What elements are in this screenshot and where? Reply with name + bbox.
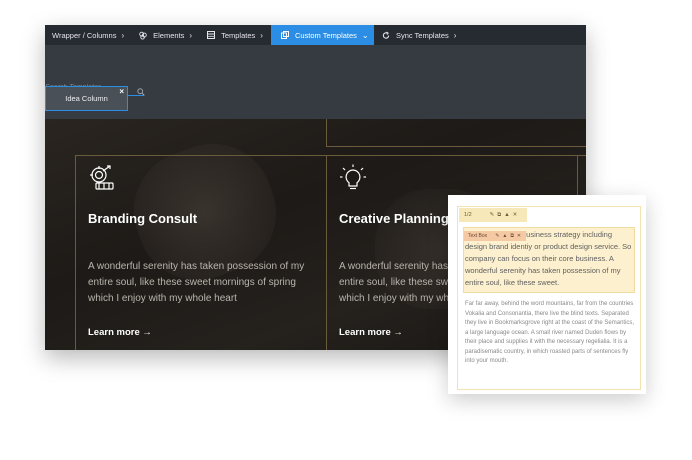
move-icon[interactable]: ▲ — [502, 233, 507, 239]
chevron-right-icon: › — [260, 30, 263, 40]
toolbar-custom-templates[interactable]: Custom Templates ⌄ — [270, 25, 374, 45]
template-item-idea-column[interactable]: Idea Column × — [45, 86, 128, 111]
close-icon[interactable]: ✕ — [517, 233, 521, 239]
strategy-icon — [88, 164, 116, 197]
custom-template-icon — [280, 31, 289, 39]
chevron-right-icon: › — [189, 30, 193, 40]
learn-more-link[interactable]: Learn more → — [339, 327, 403, 338]
toolbar-item-label: Templates — [221, 30, 256, 40]
divider — [326, 119, 327, 146]
toolbar-item-label: Custom Templates — [294, 30, 357, 40]
column-toolbar[interactable]: 1/2 ✎ ⧉ ▲ ✕ — [459, 208, 527, 222]
close-icon[interactable]: ✕ — [513, 212, 518, 218]
card-title: Creative Planning — [339, 211, 449, 226]
sync-icon — [382, 31, 390, 39]
edit-icon[interactable]: ✎ — [490, 212, 495, 218]
close-icon[interactable]: × — [119, 88, 124, 96]
templates-panel: Idea Column × — [45, 45, 586, 119]
chevron-down-icon: ⌄ — [361, 30, 369, 40]
service-card: Branding Consult A wonderful serenity ha… — [76, 155, 326, 350]
column-size-label: 1/2 — [464, 212, 472, 218]
lightbulb-icon — [339, 164, 367, 197]
divider — [326, 146, 586, 147]
text-box-toolbar[interactable]: Text Box ✎ ▲ ⧉ ✕ — [464, 231, 526, 241]
chevron-right-icon: › — [453, 30, 457, 40]
card-description: A wonderful serenity has taken possessio… — [88, 261, 305, 304]
template-icon — [207, 31, 216, 39]
edit-icon[interactable]: ✎ — [495, 233, 499, 239]
toolbar-item-label: Elements — [153, 30, 185, 40]
search-icon[interactable] — [137, 83, 145, 101]
card-title: Branding Consult — [88, 211, 198, 226]
chevron-right-icon: › — [121, 30, 125, 40]
toolbar-wrapper-columns[interactable]: Wrapper / Columns › — [45, 25, 134, 45]
template-item-label: Idea Column — [65, 94, 108, 103]
toolbar-item-label: Wrapper / Columns — [52, 30, 117, 40]
toolbar-item-label: Sync Templates — [395, 30, 449, 40]
builder-toolbar: Wrapper / Columns › Elements › Templates… — [45, 25, 586, 45]
toolbar-templates[interactable]: Templates › — [202, 25, 271, 45]
text-box-tag: Text Box — [468, 233, 488, 239]
toolbar-sync-templates[interactable]: Sync Templates › — [374, 25, 456, 45]
toolbar-elements[interactable]: Elements › — [134, 25, 202, 45]
copy-icon[interactable]: ⧉ — [497, 212, 501, 219]
paragraph-text: Far far away, behind the word mountains,… — [465, 301, 635, 364]
elements-icon — [139, 31, 147, 39]
learn-more-link[interactable]: Learn more → — [88, 327, 152, 338]
copy-icon[interactable]: ⧉ — [510, 233, 514, 239]
save-icon[interactable]: ▲ — [504, 212, 509, 218]
text-box-editor-card: 1/2 ✎ ⧉ ▲ ✕ We easily set up business st… — [448, 195, 646, 394]
